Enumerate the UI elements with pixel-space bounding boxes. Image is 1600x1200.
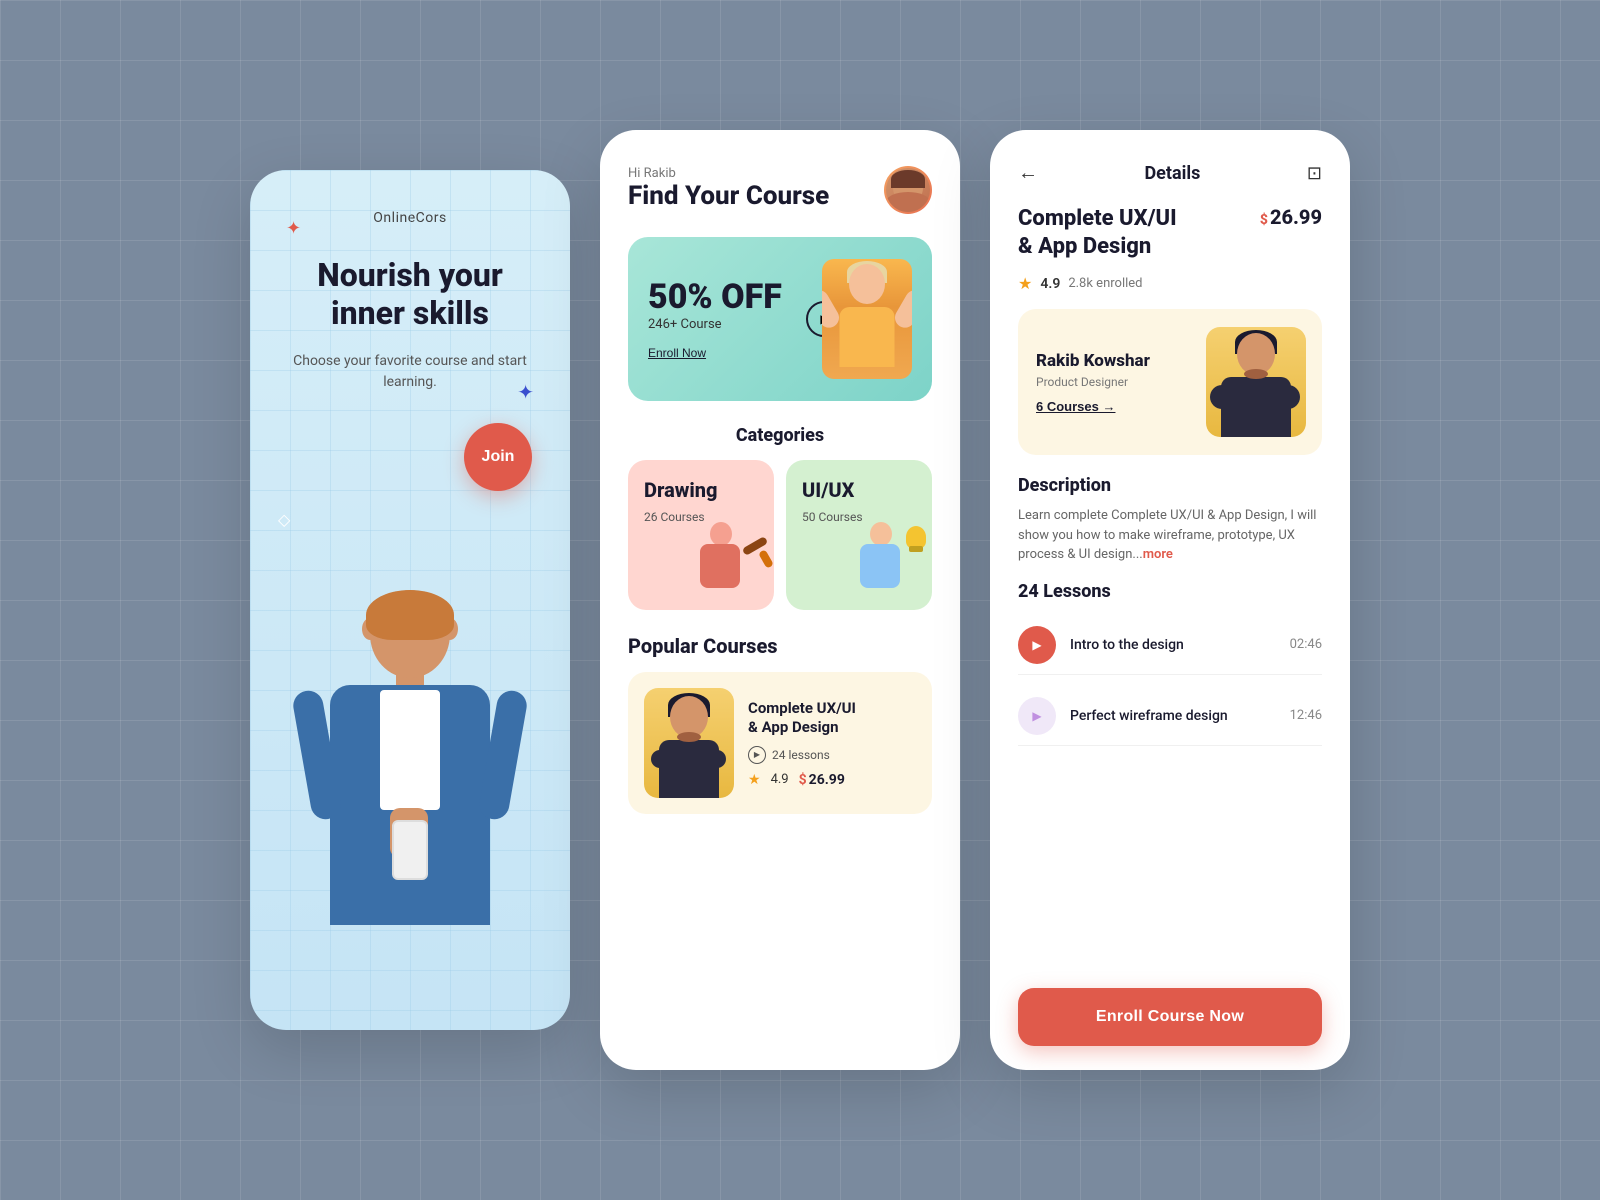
lesson-item-2: ▶ Perfect wireframe design 12:46 bbox=[1018, 687, 1322, 746]
details-header: ← Details ⊡ bbox=[990, 130, 1350, 205]
person-phone bbox=[392, 820, 428, 880]
course-lessons-row: ▶ 24 lessons bbox=[748, 746, 856, 764]
lesson2-play-button[interactable]: ▶ bbox=[1018, 697, 1056, 735]
lessons-count: 24 lessons bbox=[772, 748, 830, 762]
enroll-area: Enroll Course Now bbox=[990, 972, 1350, 1046]
course-name: Complete UX/UI& App Design bbox=[748, 699, 856, 738]
app-logo: OnlineCors bbox=[373, 210, 446, 226]
instructor-info: Rakib Kowshar Product Designer 6 Courses… bbox=[1036, 351, 1150, 414]
category-uiux[interactable]: UI/UX 50 Courses bbox=[786, 460, 932, 610]
ci-body bbox=[659, 740, 719, 798]
person-hair bbox=[366, 590, 454, 640]
screen-onboarding: ✦ OnlineCors Nourish your inner skills C… bbox=[250, 170, 570, 1030]
diamond-icon: ◇ bbox=[278, 510, 290, 529]
drawing-illustration bbox=[698, 522, 768, 602]
lessons-play-icon: ▶ bbox=[748, 746, 766, 764]
course-title-row: Complete UX/UI& App Design $26.99 bbox=[1018, 205, 1322, 260]
lesson-item-1: ▶ Intro to the design 02:46 bbox=[1018, 616, 1322, 675]
price-dollar-icon: $ bbox=[1260, 212, 1268, 228]
details-body: Complete UX/UI& App Design $26.99 ★ 4.9 … bbox=[990, 205, 1350, 972]
onboarding-subtitle: Choose your favorite course and start le… bbox=[278, 351, 542, 393]
course-count-text: 246+ Course bbox=[648, 317, 782, 332]
course-thumbnail bbox=[644, 688, 734, 798]
instructor-photo bbox=[1206, 327, 1306, 437]
lesson1-play-icon: ▶ bbox=[1032, 638, 1041, 652]
lesson2-play-icon: ▶ bbox=[1032, 709, 1041, 723]
lesson2-duration: 12:46 bbox=[1290, 708, 1322, 723]
course-price-tag: $26.99 bbox=[1260, 205, 1322, 229]
category-uiux-count: 50 Courses bbox=[802, 510, 863, 524]
uiux-illustration bbox=[856, 522, 926, 602]
course-title: Complete UX/UI& App Design bbox=[1018, 205, 1248, 260]
discount-text: 50% OFF bbox=[648, 277, 782, 317]
popular-courses-title: Popular Courses bbox=[628, 634, 932, 658]
lesson1-name: Intro to the design bbox=[1070, 637, 1276, 653]
rating-star-icon: ★ bbox=[1018, 274, 1032, 293]
category-drawing[interactable]: Drawing 26 Courses bbox=[628, 460, 774, 610]
details-screen-title: Details bbox=[1144, 163, 1200, 184]
person-undershirt bbox=[380, 690, 440, 810]
screen-find-course: Hi Rakib Find Your Course 50% OFF 246+ C… bbox=[600, 130, 960, 1070]
description-text: Learn complete Complete UX/UI & App Desi… bbox=[1018, 506, 1322, 565]
banner-content: 50% OFF 246+ Course Enroll Now bbox=[648, 277, 782, 361]
instructor-card: Rakib Kowshar Product Designer 6 Courses… bbox=[1018, 309, 1322, 455]
screen2-heading: Find Your Course bbox=[628, 181, 829, 211]
course-price: $26.99 bbox=[799, 772, 845, 788]
star-red-icon: ✦ bbox=[286, 218, 301, 239]
instructor-role: Product Designer bbox=[1036, 375, 1150, 389]
banner-enroll-button[interactable]: Enroll Now bbox=[648, 346, 706, 360]
enrolled-count: 2.8k enrolled bbox=[1068, 276, 1142, 291]
person-illustration bbox=[250, 550, 570, 1030]
banner-body bbox=[840, 307, 895, 367]
lessons-section-title: 24 Lessons bbox=[1018, 581, 1322, 602]
categories-title: Categories bbox=[628, 425, 932, 446]
onboarding-title: Nourish your inner skills bbox=[278, 256, 542, 333]
categories-list: Drawing 26 Courses UI/UX 50 Courses bbox=[628, 460, 932, 610]
course-meta-row: ★ 4.9 $26.99 bbox=[748, 772, 856, 788]
dollar-icon: $ bbox=[799, 772, 807, 788]
screen-course-details: ← Details ⊡ Complete UX/UI& App Design $… bbox=[990, 130, 1350, 1070]
course-details: Complete UX/UI& App Design ▶ 24 lessons … bbox=[748, 699, 856, 788]
greeting-text: Hi Rakib bbox=[628, 166, 829, 181]
screen2-header: Hi Rakib Find Your Course bbox=[628, 166, 932, 231]
instr-arms bbox=[1210, 385, 1300, 409]
instructor-courses-link[interactable]: 6 Courses → bbox=[1036, 399, 1115, 414]
lesson2-name: Perfect wireframe design bbox=[1070, 708, 1276, 724]
lesson1-play-button[interactable]: ▶ bbox=[1018, 626, 1056, 664]
popular-course-item[interactable]: Complete UX/UI& App Design ▶ 24 lessons … bbox=[628, 672, 932, 814]
join-button[interactable]: Join bbox=[464, 423, 532, 491]
banner-person bbox=[822, 259, 912, 379]
greeting-area: Hi Rakib Find Your Course bbox=[628, 166, 829, 231]
read-more-link[interactable]: more bbox=[1143, 547, 1173, 562]
enroll-button[interactable]: Enroll Course Now bbox=[1018, 988, 1322, 1046]
rating-value: 4.9 bbox=[1040, 276, 1060, 292]
course-star-icon: ★ bbox=[748, 772, 761, 788]
ci-arms bbox=[651, 750, 726, 768]
user-avatar[interactable] bbox=[884, 166, 932, 214]
course-rating: 4.9 bbox=[771, 772, 789, 787]
category-uiux-name: UI/UX bbox=[802, 478, 916, 502]
promo-banner: 50% OFF 246+ Course Enroll Now ▶ bbox=[628, 237, 932, 401]
category-drawing-count: 26 Courses bbox=[644, 510, 705, 524]
instructor-name: Rakib Kowshar bbox=[1036, 351, 1150, 371]
banner-head bbox=[849, 264, 885, 304]
bookmark-button[interactable]: ⊡ bbox=[1307, 163, 1322, 184]
back-button[interactable]: ← bbox=[1018, 162, 1038, 185]
bookmark-icon: ⊡ bbox=[1307, 163, 1322, 183]
description-title: Description bbox=[1018, 475, 1322, 496]
rating-row: ★ 4.9 2.8k enrolled bbox=[1018, 274, 1322, 293]
lesson1-duration: 02:46 bbox=[1290, 637, 1322, 652]
instr-beard bbox=[1244, 369, 1268, 379]
category-drawing-name: Drawing bbox=[644, 478, 758, 502]
